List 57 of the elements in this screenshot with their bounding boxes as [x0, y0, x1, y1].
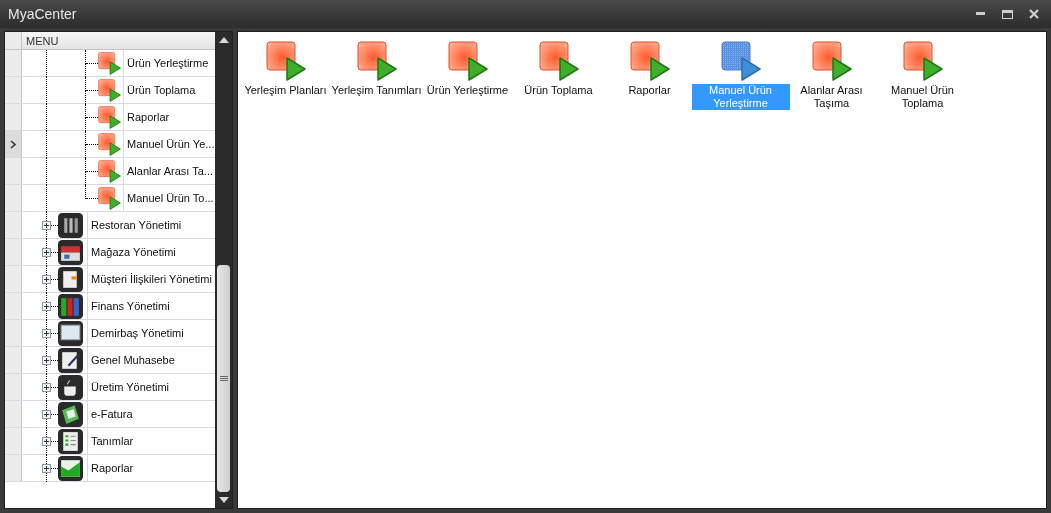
launcher-tile[interactable]: Yerleşim Tanımları: [331, 41, 422, 97]
launch-icon: [98, 133, 121, 156]
column-header[interactable]: MENU: [22, 32, 215, 49]
tile-label: Raporlar: [627, 84, 672, 97]
launch-icon: [902, 41, 943, 81]
tile-label: Alanlar Arası Taşıma: [799, 84, 864, 110]
minimize-icon[interactable]: [976, 12, 986, 16]
expand-icon[interactable]: [42, 329, 51, 338]
launch-icon: [538, 41, 579, 81]
expand-icon[interactable]: [42, 221, 51, 230]
expand-icon[interactable]: [42, 356, 51, 365]
tile-label: Ürün Toplama: [523, 84, 594, 97]
launch-icon: [98, 79, 121, 102]
launcher-tile[interactable]: Ürün Yerleştirme: [422, 41, 513, 97]
launcher-tile[interactable]: Yerleşim Planları: [240, 41, 331, 97]
scroll-thumb[interactable]: [217, 265, 230, 492]
module-icon: [58, 267, 83, 292]
tile-label: Yerleşim Planları: [243, 84, 328, 97]
module-icon: [58, 294, 83, 319]
grip-icon: [219, 376, 228, 381]
launch-icon: [98, 187, 121, 210]
module-icon: [58, 402, 83, 427]
module-icon: [58, 321, 83, 346]
launch-icon: [98, 52, 121, 75]
module-icon: [58, 375, 83, 400]
launch-icon: [720, 41, 761, 81]
scroll-up-icon[interactable]: [218, 37, 229, 43]
module-icon: [58, 429, 83, 454]
tile-label: Manuel Ürün Toplama: [890, 84, 955, 110]
current-row-icon: [10, 139, 16, 149]
window-title: MyaCenter: [8, 4, 78, 24]
tile-label: Manuel Ürün Yerleştirme: [691, 84, 790, 110]
expand-icon[interactable]: [42, 437, 51, 446]
scrollbar[interactable]: [215, 32, 232, 508]
launch-icon: [447, 41, 488, 81]
expand-icon[interactable]: [42, 383, 51, 392]
scroll-down-icon[interactable]: [218, 497, 229, 503]
launcher-tile[interactable]: Manuel Ürün Toplama: [877, 41, 968, 110]
launcher-tile[interactable]: Ürün Toplama: [513, 41, 604, 97]
launch-icon: [811, 41, 852, 81]
close-icon[interactable]: [1029, 9, 1039, 19]
expand-icon[interactable]: [42, 302, 51, 311]
module-icon: [58, 213, 83, 238]
launch-icon: [629, 41, 670, 81]
module-icon: [58, 456, 83, 481]
tile-label: Ürün Yerleştirme: [425, 84, 510, 97]
launch-icon: [265, 41, 306, 81]
launch-icon: [98, 106, 121, 129]
launch-icon: [356, 41, 397, 81]
tile-label: Yerleşim Tanımları: [330, 84, 423, 97]
maximize-icon[interactable]: [1002, 9, 1013, 19]
expand-icon[interactable]: [42, 275, 51, 284]
module-icon: [58, 348, 83, 373]
launch-icon: [98, 160, 121, 183]
expand-icon[interactable]: [42, 464, 51, 473]
expand-icon[interactable]: [42, 248, 51, 257]
expand-icon[interactable]: [42, 410, 51, 419]
